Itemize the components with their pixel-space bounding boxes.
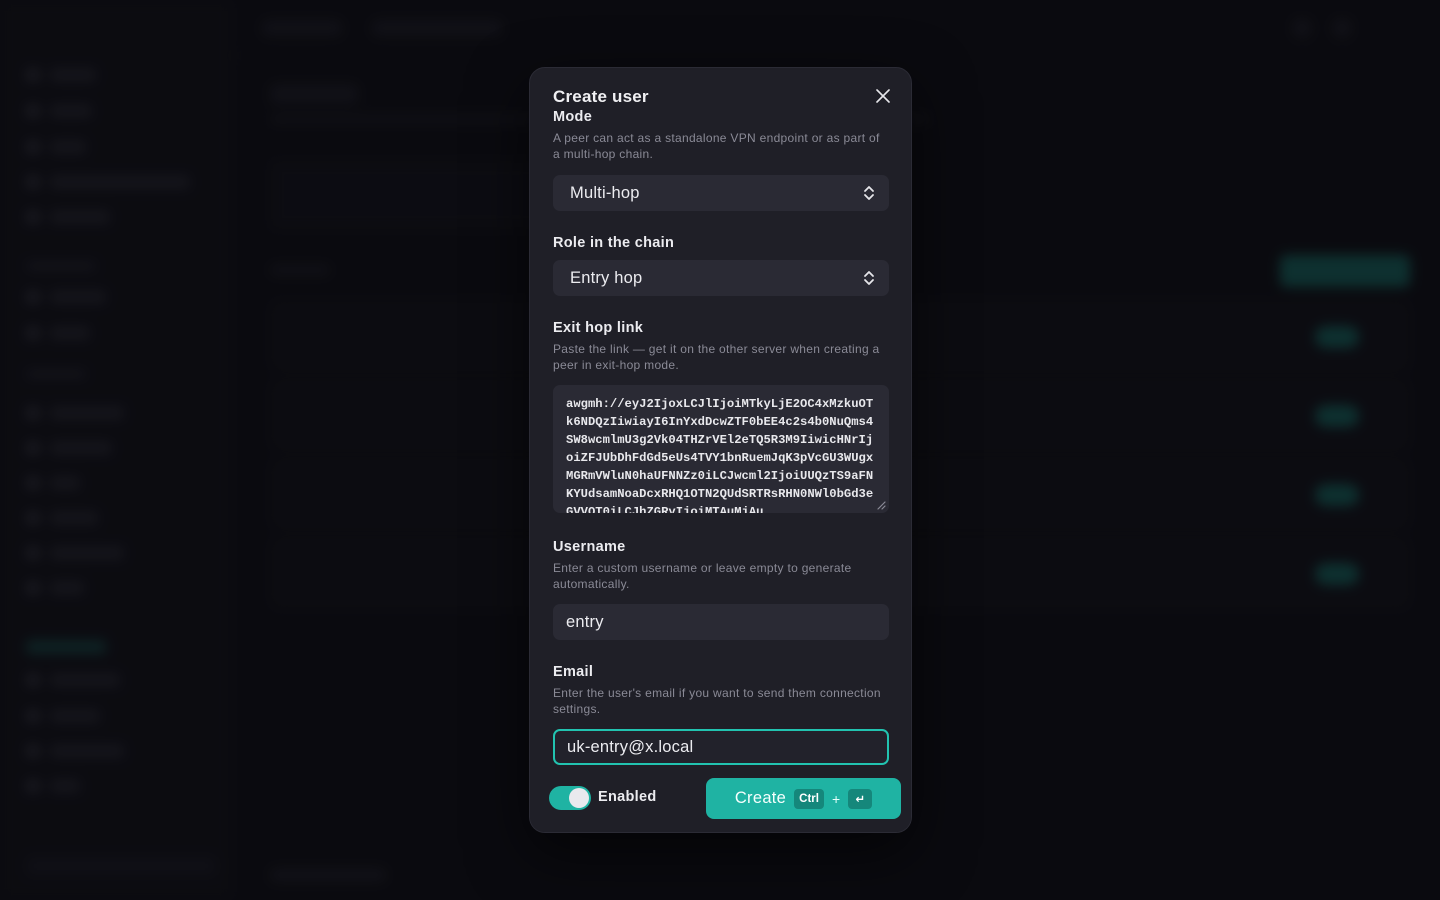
username-value: entry <box>566 612 604 631</box>
enabled-label: Enabled <box>598 789 657 805</box>
email-help: Enter the user's email if you want to se… <box>553 686 881 716</box>
exit-link-value: awgmh://eyJ2IjoxLCJlIjoiMTkyLjE2OC4xMzku… <box>566 397 874 513</box>
email-input[interactable]: uk-entry@x.local <box>553 729 889 765</box>
exit-link-help: Paste the link — get it on the other ser… <box>553 342 880 372</box>
role-field: Role in the chain Entry hop <box>553 235 889 296</box>
toggle-knob <box>569 788 589 808</box>
username-input[interactable]: entry <box>553 604 889 640</box>
email-label: Email <box>553 664 594 680</box>
create-button[interactable]: Create Ctrl + ↵ <box>706 778 901 819</box>
dialog-footer: Enabled Create Ctrl + ↵ <box>530 766 911 832</box>
mode-help: A peer can act as a standalone VPN endpo… <box>553 131 880 161</box>
enabled-toggle[interactable] <box>549 786 591 810</box>
mode-select-value: Multi-hop <box>570 183 640 202</box>
mode-label: Mode <box>553 109 593 125</box>
close-icon <box>876 89 890 103</box>
kbd-plus: + <box>831 790 841 807</box>
role-label: Role in the chain <box>553 235 675 251</box>
username-help: Enter a custom username or leave empty t… <box>553 561 852 591</box>
resize-grip-icon[interactable] <box>877 501 886 510</box>
exit-link-textarea[interactable]: awgmh://eyJ2IjoxLCJlIjoiMTkyLjE2OC4xMzku… <box>553 385 889 513</box>
username-label: Username <box>553 539 626 555</box>
create-button-label: Create <box>734 789 787 807</box>
role-select[interactable]: Entry hop <box>553 260 889 296</box>
create-user-dialog: Create user Mode A peer can act as a sta… <box>529 67 912 833</box>
role-select-value: Entry hop <box>570 268 643 287</box>
username-field: Username Enter a custom username or leav… <box>553 539 889 640</box>
mode-select[interactable]: Multi-hop <box>553 175 889 211</box>
exit-link-field: Exit hop link Paste the link — get it on… <box>553 320 889 513</box>
chevron-updown-icon <box>864 186 874 200</box>
email-field: Email Enter the user's email if you want… <box>553 664 889 765</box>
close-button[interactable] <box>873 86 893 106</box>
chevron-updown-icon <box>864 271 874 285</box>
dialog-body[interactable]: Create user Mode A peer can act as a sta… <box>530 68 911 766</box>
email-value: uk-entry@x.local <box>567 737 694 756</box>
dialog-title: Create user <box>553 87 649 106</box>
enter-key-icon: ↵ <box>848 788 873 809</box>
mode-field: Mode A peer can act as a standalone VPN … <box>553 109 889 211</box>
ctrl-key-badge: Ctrl <box>794 788 824 809</box>
exit-link-label: Exit hop link <box>553 320 644 336</box>
